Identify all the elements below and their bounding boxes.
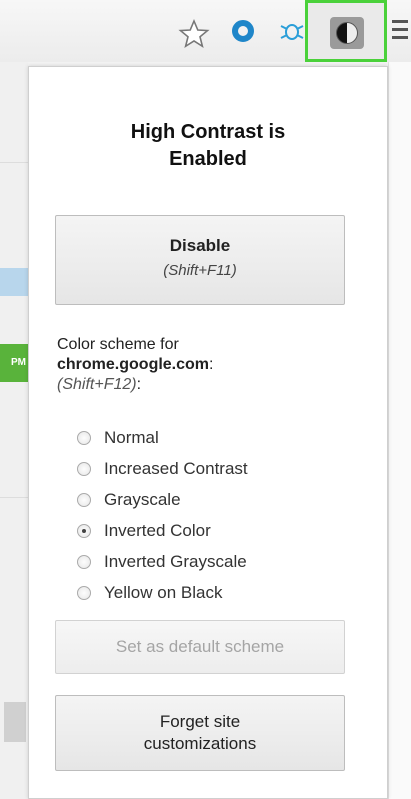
disable-button-shortcut: (Shift+F11) xyxy=(163,262,237,279)
scheme-option-grayscale[interactable]: Grayscale xyxy=(77,484,367,515)
radio-button[interactable] xyxy=(77,585,91,600)
disable-button-label: Disable xyxy=(169,236,231,255)
high-contrast-extension-button[interactable] xyxy=(305,0,387,62)
star-icon[interactable] xyxy=(178,18,210,50)
background-badge: PM xyxy=(0,344,28,382)
scheme-option-yellow-on-black[interactable]: Yellow on Black xyxy=(77,577,367,608)
menu-icon[interactable] xyxy=(392,20,408,42)
disable-button[interactable]: Disable (Shift+F11) xyxy=(55,215,345,305)
background-scroll-handle xyxy=(4,702,26,742)
scheme-shortcut: (Shift+F12) xyxy=(57,376,137,393)
set-default-scheme-button[interactable]: Set as default scheme xyxy=(55,620,345,674)
background-page-right xyxy=(388,62,411,799)
high-contrast-popup: High Contrast is Enabled Disable (Shift+… xyxy=(28,66,388,799)
opera-o-icon[interactable] xyxy=(232,20,254,42)
scheme-option-inverted-color[interactable]: Inverted Color xyxy=(77,515,367,546)
site-domain: chrome.google.com xyxy=(57,356,210,373)
forget-customizations-button[interactable]: Forget site customizations xyxy=(55,695,345,771)
popup-title: High Contrast is Enabled xyxy=(130,121,286,170)
scheme-option-normal[interactable]: Normal xyxy=(77,422,367,453)
radio-button[interactable] xyxy=(77,430,91,445)
radio-button[interactable] xyxy=(77,554,91,569)
bug-icon[interactable] xyxy=(277,16,307,46)
radio-button[interactable] xyxy=(77,523,91,538)
color-scheme-options: Normal Increased Contrast Grayscale Inve… xyxy=(77,422,367,608)
color-scheme-description: Color scheme for chrome.google.com: (Shi… xyxy=(57,336,214,393)
scheme-option-inverted-grayscale[interactable]: Inverted Grayscale xyxy=(77,546,367,577)
high-contrast-icon xyxy=(330,17,364,49)
radio-button[interactable] xyxy=(77,492,91,507)
scheme-option-increased-contrast[interactable]: Increased Contrast xyxy=(77,453,367,484)
background-page-left: PM xyxy=(0,62,28,799)
radio-button[interactable] xyxy=(77,461,91,476)
browser-toolbar xyxy=(0,0,411,62)
